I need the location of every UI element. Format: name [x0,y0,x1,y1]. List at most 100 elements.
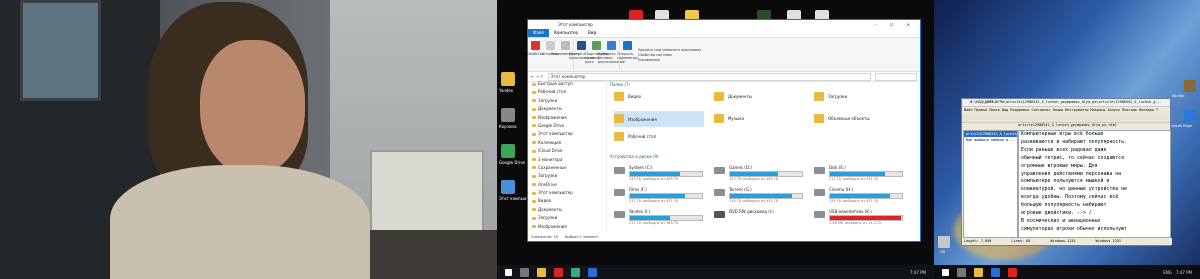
start-icon[interactable] [505,268,512,276]
drive-free-space: 212 ГБ свободно из 931 ГБ [629,199,679,203]
nav-item[interactable]: Изображения [528,114,606,122]
drive-free-space: 1.88 МБ свободно из 14.4 ГБ [829,221,882,225]
folder-item[interactable]: Рабочий стол [614,131,704,143]
editor-titlebar[interactable]: Ф:\КОД\ДИФФ\ИГРЫ\article\12986542_5_luch… [962,99,1170,107]
nav-item[interactable]: Документы [528,105,606,113]
tab-computer[interactable]: Компьютер [549,29,583,37]
nav-item[interactable]: iCloud Drive [528,147,606,155]
nav-item[interactable]: Рабочий стол [528,88,606,96]
computer-icon[interactable] [501,180,515,194]
manage-button[interactable]: Управление [638,58,701,62]
folder-item-selected[interactable]: Изображения [614,111,704,127]
folder-item[interactable]: Загрузки [814,91,904,103]
menu-item[interactable]: Правка [975,108,988,112]
search-input[interactable] [875,72,917,81]
properties-icon [531,41,540,50]
nav-item[interactable]: Документы [528,206,606,214]
drive-item[interactable]: Disk (E:) 212 ГБ свободно из 931 ГБ [814,165,903,183]
drive-item[interactable]: Films (F:) 212 ГБ свободно из 931 ГБ [614,187,703,205]
nav-item[interactable]: Коллекция [528,139,606,147]
search-icon[interactable] [520,267,529,277]
explorer-taskbar-icon[interactable] [537,267,546,277]
folders-section-header[interactable]: Папки (7) [610,81,918,89]
opera-taskbar-icon[interactable] [1008,267,1017,277]
recycle-bin-icon[interactable] [501,108,515,122]
nav-item[interactable]: Быстрый доступ [528,80,606,88]
app-taskbar-icon[interactable] [571,267,580,277]
folder-item[interactable]: Объемные объекты [814,113,904,125]
menu-item[interactable]: Плагины [1122,108,1137,112]
menu-item[interactable]: Опции [1053,108,1064,112]
clock[interactable]: 7:47 PM [910,270,926,275]
folder-item[interactable]: Видео [614,91,704,103]
menu-item[interactable]: Синтаксис [1031,108,1050,112]
tab-file[interactable]: Файл [528,29,550,37]
app-taskbar-icon[interactable] [991,267,1000,277]
menu-item[interactable]: Запуск [1107,108,1120,112]
uninstall-button[interactable]: Удалить или изменить программу [638,48,701,52]
opera-taskbar-icon[interactable] [554,267,563,277]
menu-item[interactable]: Вид [1002,108,1008,112]
edge-icon[interactable] [1184,110,1196,122]
explorer-statusbar: Элементов: 16 Выбран 1 элемент [528,234,923,241]
system-properties-button[interactable]: Свойства системы [638,53,701,57]
rename-icon [561,41,570,50]
drive-icon [814,167,825,174]
nav-item[interactable]: Видео [528,197,606,205]
menu-item[interactable]: Инструменты [1065,108,1088,112]
drive-item[interactable]: Cinema (H:) 155 ГБ свободно из 931 ГБ [814,187,903,205]
folder-icon [614,114,624,123]
tab-view[interactable]: Вид [583,29,601,37]
editor-tab[interactable]: article12986542_5_luchsh_geympadov_dlya_… [962,122,1170,129]
properties-button[interactable]: Свойства [527,38,544,71]
nav-item[interactable]: Этот компьютер [528,130,606,138]
search-icon[interactable] [957,267,966,277]
computer-icon[interactable] [938,236,950,248]
app-taskbar-icon[interactable] [588,267,597,277]
folder-icon [614,92,624,101]
open-settings-button[interactable]: Открыть параметры [617,38,638,71]
menu-item[interactable]: Вкладки [1139,108,1154,112]
nav-arrows-icon[interactable]: ← → ↑ [531,74,544,79]
desktop-label: Google Drive [499,160,526,165]
nav-item[interactable]: Изображения [528,223,606,231]
winrar-icon[interactable] [1184,80,1196,92]
file-list-item[interactable]: Как выбрать мебель в... [964,137,1017,143]
window-controls-icon[interactable]: – ☐ ✕ [875,22,916,27]
folder-item[interactable]: Документы [714,91,804,103]
explorer-taskbar-icon[interactable] [974,267,983,277]
drive-item[interactable]: Torrent (G:) 134 ГБ свободно из 931 ГБ [714,187,803,205]
drive-item[interactable]: Yandex (I:) 211 ГБ свободно из 465 ГБ [614,209,703,227]
folder-icon [814,114,824,123]
nav-item[interactable]: Этот компьютер [528,189,606,197]
drive-item[interactable]: USB-накопитель (K:) 1.88 МБ свободно из 1… [814,209,903,227]
menu-item[interactable]: Кодировки [1010,108,1029,112]
google-drive-icon[interactable] [501,144,515,158]
nav-item[interactable]: 3 монитора [528,156,606,164]
start-icon[interactable] [942,268,949,276]
text-line: симуляторах игроки обычно используют [1021,225,1127,232]
menu-item[interactable]: Поиск [989,108,1000,112]
menu-item[interactable]: ? [1156,108,1158,112]
nav-item[interactable]: Сохраненные [528,164,606,172]
editor-text-area[interactable]: Компьютерные игры всё больше развиваются… [1018,130,1171,238]
drive-name: System (C:) [629,165,653,170]
drives-section-header[interactable]: Устройства и диски (9) [610,153,659,161]
drive-item[interactable]: System (C:) 143 ГБ свободно из 465 ГБ [614,165,703,183]
drive-item[interactable]: Games (D:) 153 ГБ свободно из 465 ГБ [714,165,803,183]
nav-item[interactable]: Загрузки [528,214,606,222]
dvd-drive-item[interactable]: DVD RW дисковод (I:) [714,209,802,227]
nav-item[interactable]: Загрузки [528,97,606,105]
nav-item[interactable]: Google Drive [528,122,606,130]
nav-item[interactable]: OneDrive [528,181,606,189]
clock[interactable]: 7:47 PM [1176,270,1192,275]
menu-item[interactable]: Макросы [1091,108,1106,112]
language-indicator[interactable]: ENG [1163,270,1172,275]
folder-item[interactable]: Музыка [714,113,804,125]
folder-icon [714,92,724,101]
nav-item[interactable]: Загрузки [528,172,606,180]
desktop-label: Корзина [499,124,517,129]
menu-item[interactable]: Файл [964,108,972,112]
explorer-titlebar[interactable]: Этот компьютер – ☐ ✕ [528,20,920,29]
desktop-folder-icon[interactable] [501,72,515,86]
